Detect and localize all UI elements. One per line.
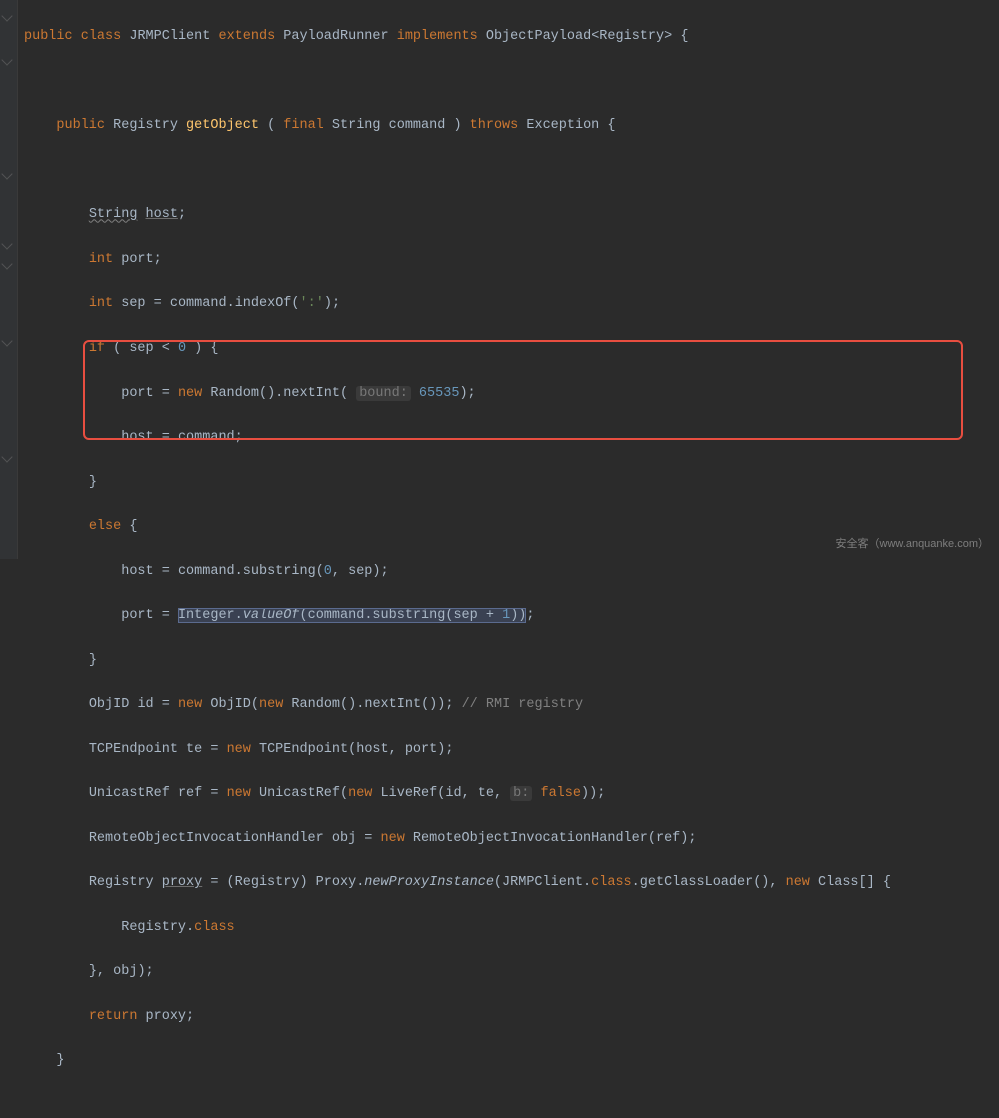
- param-hint: b:: [510, 786, 532, 801]
- watermark: 安全客（www.anquanke.com）: [836, 535, 989, 553]
- code-line[interactable]: host = command.substring(0, sep);: [24, 561, 999, 583]
- code-line[interactable]: port = Integer.valueOf(command.substring…: [24, 605, 999, 627]
- code-line[interactable]: public Registry getObject ( final String…: [24, 115, 999, 137]
- code-line[interactable]: TCPEndpoint te = new TCPEndpoint(host, p…: [24, 739, 999, 761]
- code-line[interactable]: }: [24, 650, 999, 672]
- code-editor[interactable]: public class JRMPClient extends PayloadR…: [0, 0, 999, 559]
- code-line[interactable]: String host;: [24, 204, 999, 226]
- code-line[interactable]: ObjID id = new ObjID(new Random().nextIn…: [24, 694, 999, 716]
- fold-minus-icon[interactable]: [1, 451, 12, 462]
- code-area[interactable]: public class JRMPClient extends PayloadR…: [18, 0, 999, 559]
- code-line[interactable]: public class JRMPClient extends PayloadR…: [24, 26, 999, 48]
- code-line[interactable]: [24, 160, 999, 182]
- code-line[interactable]: int sep = command.indexOf(':');: [24, 293, 999, 315]
- code-line[interactable]: host = command;: [24, 427, 999, 449]
- code-line[interactable]: }: [24, 472, 999, 494]
- code-line[interactable]: }: [24, 1050, 999, 1072]
- code-line[interactable]: return proxy;: [24, 1006, 999, 1028]
- code-line[interactable]: RemoteObjectInvocationHandler obj = new …: [24, 828, 999, 850]
- code-line[interactable]: [24, 71, 999, 93]
- fold-minus-icon[interactable]: [1, 258, 12, 269]
- gutter[interactable]: [0, 0, 18, 559]
- code-line[interactable]: Registry proxy = (Registry) Proxy.newPro…: [24, 872, 999, 894]
- code-line[interactable]: UnicastRef ref = new UnicastRef(new Live…: [24, 783, 999, 805]
- code-line[interactable]: Registry.class: [24, 917, 999, 939]
- fold-minus-icon[interactable]: [1, 168, 12, 179]
- code-line[interactable]: if ( sep < 0 ) {: [24, 338, 999, 360]
- fold-minus-icon[interactable]: [1, 238, 12, 249]
- fold-minus-icon[interactable]: [1, 54, 12, 65]
- param-hint: bound:: [356, 386, 411, 401]
- code-line[interactable]: port = new Random().nextInt( bound: 6553…: [24, 383, 999, 405]
- fold-minus-icon[interactable]: [1, 10, 12, 21]
- fold-minus-icon[interactable]: [1, 335, 12, 346]
- code-line[interactable]: }, obj);: [24, 961, 999, 983]
- code-line[interactable]: int port;: [24, 249, 999, 271]
